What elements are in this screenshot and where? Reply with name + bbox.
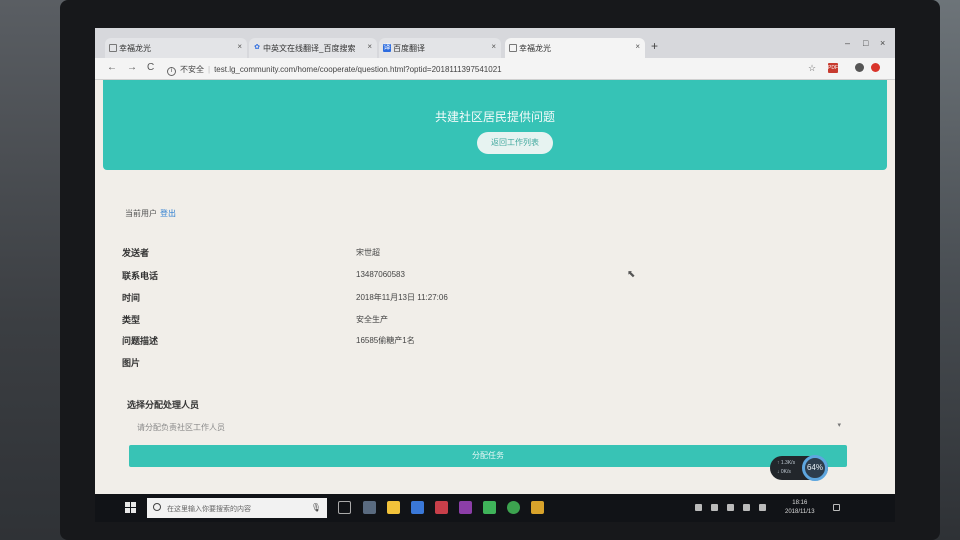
detail-row-sender: 发送者 宋世超 — [122, 246, 622, 262]
monitor-screen: 幸福龙光 × ✿ 中英文在线翻译_百度搜索 × 译 百度翻译 × 幸福龙光 × … — [95, 28, 895, 522]
microphone-icon[interactable]: 🎙 — [311, 503, 321, 512]
current-user-label: 当前用户 — [125, 209, 157, 218]
chevron-down-icon: ▾ — [837, 422, 841, 429]
app-icon[interactable] — [531, 501, 544, 514]
windows-start-icon[interactable] — [125, 502, 137, 514]
chrome-icon[interactable] — [507, 501, 520, 514]
tab-close-icon[interactable]: × — [635, 42, 640, 51]
browser-tab-2[interactable]: ✿ 中英文在线翻译_百度搜索 × — [249, 38, 377, 58]
detail-label: 类型 — [122, 315, 141, 325]
network-icon[interactable] — [743, 504, 750, 511]
detail-row-type: 类型 安全生产 — [122, 313, 622, 329]
app-icon[interactable] — [435, 501, 448, 514]
app-icon[interactable] — [459, 501, 472, 514]
current-user-line: 当前用户 登出 — [125, 208, 176, 219]
clock-date: 2018/11/13 — [785, 509, 815, 515]
page-title: 共建社区居民提供问题 — [434, 110, 555, 124]
upload-speed: ↑ 1.3K/s — [777, 460, 796, 466]
reload-icon[interactable]: C — [147, 62, 154, 73]
notification-icon[interactable] — [833, 504, 840, 511]
back-to-work-list-button[interactable]: 返回工作列表 — [477, 132, 553, 154]
detail-label: 图片 — [122, 358, 141, 368]
taskbar-clock[interactable]: 18:16 2018/11/13 — [785, 499, 815, 517]
tab-close-icon[interactable]: × — [367, 42, 372, 51]
document-icon — [109, 44, 117, 52]
windows-taskbar: 在这里输入你要搜索的内容 🎙 18:16 2018/11/13 — [95, 494, 895, 522]
app-icon[interactable] — [411, 501, 424, 514]
assign-staff-select[interactable]: 请分配负责社区工作人员 ▾ — [127, 416, 845, 438]
forward-arrow-icon[interactable]: → — [127, 62, 137, 73]
detail-label: 时间 — [122, 293, 141, 303]
baidu-paw-icon: ✿ — [254, 44, 260, 51]
header-banner: 共建社区居民提供问题 返回工作列表 — [103, 80, 887, 170]
tab-title: 百度翻译 — [393, 44, 425, 53]
close-window-button[interactable]: × — [880, 38, 885, 48]
detail-label: 发送者 — [122, 248, 150, 258]
search-icon — [153, 503, 161, 511]
browser-tab-1[interactable]: 幸福龙光 × — [105, 38, 247, 58]
pdf-extension-icon[interactable]: PDF — [828, 63, 838, 73]
task-view-icon[interactable] — [338, 501, 351, 514]
document-icon — [509, 44, 517, 52]
profile-icon[interactable] — [855, 63, 864, 72]
detail-value: 2018年11月13日 11:27:06 — [356, 293, 448, 302]
detail-value: 安全生产 — [356, 315, 388, 324]
assign-staff-label: 选择分配处理人员 — [127, 400, 200, 410]
back-arrow-icon[interactable]: ← — [107, 62, 117, 73]
browser-tab-4-active[interactable]: 幸福龙光 × — [505, 38, 645, 58]
tray-user-icon[interactable] — [695, 504, 702, 511]
network-speed-widget[interactable]: ↑ 1.3K/s ↓ 0K/s 64% — [770, 455, 828, 481]
tab-close-icon[interactable]: × — [237, 42, 242, 51]
assign-task-button[interactable]: 分配任务 — [129, 445, 847, 467]
folder-icon[interactable] — [387, 501, 400, 514]
detail-row-description: 问题描述 16585偷糖产1名 — [122, 334, 622, 350]
wechat-icon[interactable] — [483, 501, 496, 514]
download-speed: ↓ 0K/s — [777, 469, 791, 475]
usage-percent: 64% — [802, 455, 828, 481]
assign-staff-placeholder: 请分配负责社区工作人员 — [137, 423, 225, 432]
shield-icon[interactable] — [727, 504, 734, 511]
web-page: 共建社区居民提供问题 返回工作列表 当前用户 登出 发送者 宋世超 联系电话 13… — [95, 80, 895, 500]
tab-title: 中英文在线翻译_百度搜索 — [263, 44, 356, 53]
tab-close-icon[interactable]: × — [491, 42, 496, 51]
url-text: test.lg_community.com/home/cooperate/que… — [214, 65, 502, 74]
tray-app-icon[interactable] — [711, 504, 718, 511]
detail-value: 16585偷糖产1名 — [356, 336, 415, 345]
taskbar-search-input[interactable]: 在这里输入你要搜索的内容 🎙 — [147, 498, 327, 518]
mouse-cursor-icon: ⬉ — [627, 269, 636, 280]
url-field[interactable]: i 不安全 | test.lg_community.com/home/cooperat… — [167, 61, 787, 77]
search-placeholder: 在这里输入你要搜索的内容 — [167, 506, 251, 513]
maximize-button[interactable]: □ — [863, 38, 868, 48]
detail-row-time: 时间 2018年11月13日 11:27:06 — [122, 291, 622, 307]
bookmark-star-icon[interactable]: ☆ — [808, 63, 816, 74]
baidu-translate-icon: 译 — [383, 44, 391, 52]
security-label: 不安全 — [180, 65, 204, 74]
browser-address-bar: ← → C i 不安全 | test.lg_community.com/home/co… — [95, 58, 895, 80]
clock-time: 18:16 — [792, 500, 808, 506]
new-tab-button[interactable]: + — [651, 39, 658, 53]
browser-tab-bar: 幸福龙光 × ✿ 中英文在线翻译_百度搜索 × 译 百度翻译 × 幸福龙光 × … — [95, 28, 895, 58]
detail-label: 问题描述 — [122, 336, 159, 346]
volume-icon[interactable] — [759, 504, 766, 511]
tab-title: 幸福龙光 — [119, 44, 151, 53]
detail-value: 13487060583 — [356, 270, 405, 279]
minimize-button[interactable]: – — [845, 38, 850, 48]
file-explorer-icon[interactable] — [363, 501, 376, 514]
logout-link[interactable]: 登出 — [160, 209, 176, 218]
tab-title: 幸福龙光 — [519, 44, 551, 53]
detail-label: 联系电话 — [122, 271, 159, 281]
browser-tab-3[interactable]: 译 百度翻译 × — [379, 38, 501, 58]
detail-row-phone: 联系电话 13487060583 — [122, 269, 622, 285]
extension-icon[interactable] — [871, 63, 880, 72]
detail-row-image: 图片 — [122, 356, 622, 372]
info-icon[interactable]: i — [167, 67, 176, 76]
detail-value: 宋世超 — [356, 248, 380, 257]
